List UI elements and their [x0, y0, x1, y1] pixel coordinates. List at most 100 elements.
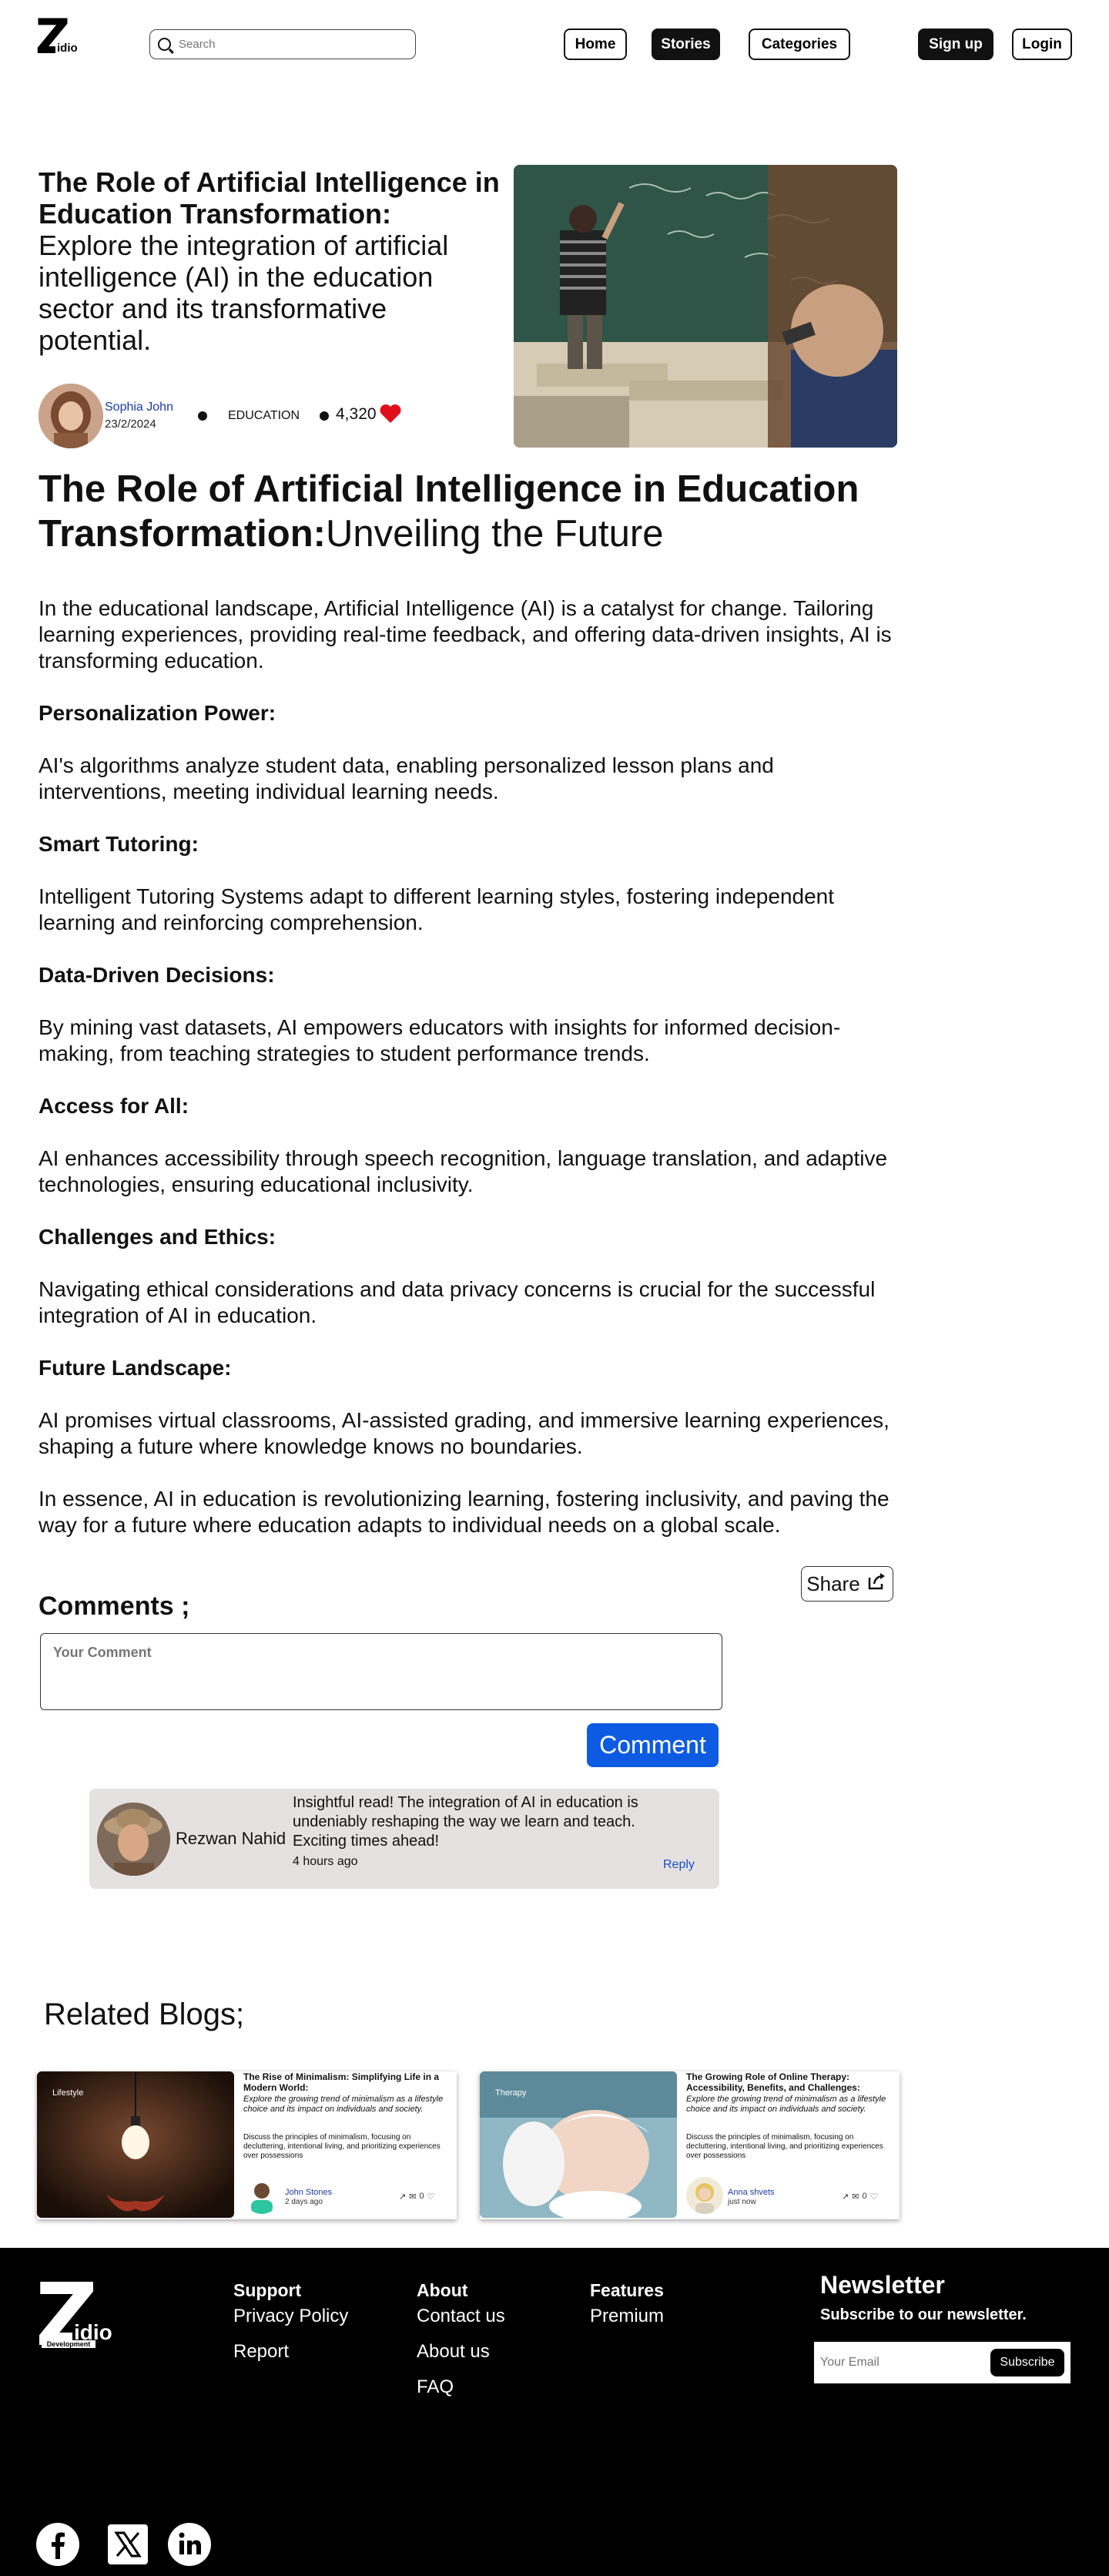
commenter-avatar[interactable]	[97, 1803, 170, 1876]
comment-text: Insightful read! The integration of AI i…	[293, 1794, 638, 1850]
related-blogs-title: Related Blogs;	[44, 1997, 245, 2031]
author-name[interactable]: Sophia John	[105, 401, 173, 414]
site-footer: Z idio Development Support Privacy Polic…	[0, 2248, 1109, 2576]
separator-dot	[198, 411, 207, 421]
blog-card-author[interactable]: Anna shvets	[728, 2188, 775, 2197]
site-logo[interactable]: Z idio	[35, 13, 79, 61]
search-bar[interactable]	[149, 29, 416, 59]
section-text: AI's algorithms analyze student data, en…	[39, 753, 774, 803]
footer-features-title: Features	[590, 2280, 664, 2300]
nav-home-button[interactable]: Home	[564, 29, 627, 60]
newsletter-subtitle: Subscribe to our newsletter.	[820, 2306, 1027, 2323]
footer-link-contact-us[interactable]: Contact us	[417, 2306, 505, 2327]
top-nav: Z idio Home Stories Categories Sign up L…	[0, 0, 1109, 89]
section-text: AI promises virtual classrooms, AI-assis…	[39, 1408, 890, 1458]
comment-time: 4 hours ago	[293, 1855, 358, 1868]
share-icon	[866, 1571, 888, 1597]
section-heading: Access for All:	[39, 1094, 189, 1118]
comment-input[interactable]	[53, 1645, 709, 1699]
blog-card-desc: Explore the growing trend of minimalism …	[686, 2095, 886, 2114]
section-text: AI enhances accessibility through speech…	[39, 1146, 888, 1196]
comment-count: 0	[862, 2192, 867, 2201]
section-text: Navigating ethical considerations and da…	[39, 1277, 876, 1327]
reply-link[interactable]: Reply	[663, 1858, 695, 1872]
section-text: Intelligent Tutoring Systems adapt to di…	[39, 884, 835, 934]
newsletter-email-input[interactable]	[820, 2356, 982, 2370]
blog-card-image[interactable]: Therapy	[480, 2071, 677, 2218]
blog-card-desc-detail: Discuss the principles of minimalism, fo…	[243, 2133, 441, 2160]
article-intro: In the educational landscape, Artificial…	[39, 596, 892, 673]
hero-title-bold: The Role of Artificial Intelligence in E…	[39, 166, 500, 230]
comment-icon[interactable]: ✉	[852, 2192, 859, 2202]
likes-count: 4,320	[336, 405, 377, 423]
hero-subtitle: Explore the integration of artificial in…	[39, 230, 449, 356]
comment-count: 0	[419, 2192, 424, 2201]
footer-logo[interactable]: Z idio Development	[35, 2272, 114, 2359]
footer-support-column: Support Privacy Policy Report	[233, 2280, 348, 2376]
article-conclusion: In essence, AI in education is revolutio…	[39, 1487, 890, 1537]
related-blog-card[interactable]: Therapy The Growing Role of Online Thera…	[480, 2071, 900, 2219]
section-heading: Future Landscape:	[39, 1356, 232, 1380]
nav-categories-button[interactable]: Categories	[749, 29, 850, 60]
footer-support-title: Support	[233, 2280, 302, 2300]
blog-card-author-avatar[interactable]	[243, 2177, 280, 2214]
newsletter-title: Newsletter	[820, 2271, 945, 2299]
subscribe-button[interactable]: Subscribe	[990, 2349, 1064, 2376]
article-title-rest: Unveiling the Future	[325, 513, 664, 555]
category-label[interactable]: EDUCATION	[228, 409, 300, 423]
section-heading: Personalization Power:	[39, 701, 276, 725]
hero-classroom-image	[514, 165, 897, 448]
section-text: By mining vast datasets, AI empowers edu…	[39, 1015, 841, 1065]
signup-button[interactable]: Sign up	[918, 29, 993, 60]
comments-title: Comments ;	[39, 1592, 190, 1621]
linkedin-icon[interactable]	[167, 2522, 212, 2567]
comment-submit-button[interactable]: Comment	[587, 1723, 719, 1767]
heart-icon[interactable]	[379, 404, 402, 428]
nav-stories-button[interactable]: Stories	[652, 29, 720, 60]
article-title: The Role of Artificial Intelligence in E…	[39, 467, 916, 556]
facebook-icon[interactable]	[35, 2522, 80, 2567]
blog-card-tag: Therapy	[495, 2088, 527, 2098]
blog-card-tag: Lifestyle	[52, 2088, 84, 2098]
author-avatar[interactable]	[39, 384, 103, 448]
blog-card-image[interactable]: Lifestyle	[37, 2071, 234, 2218]
footer-link-report[interactable]: Report	[233, 2341, 348, 2363]
related-blog-card[interactable]: Lifestyle The Rise of Minimalism: Simpli…	[37, 2071, 457, 2219]
search-input[interactable]	[179, 38, 394, 51]
comment-icon[interactable]: ✉	[409, 2192, 416, 2202]
x-icon[interactable]	[106, 2522, 150, 2567]
comment-item: Rezwan Nahid Insightful read! The integr…	[89, 1789, 719, 1889]
footer-link-privacy-policy[interactable]: Privacy Policy	[233, 2306, 348, 2327]
footer-link-about-us[interactable]: About us	[417, 2341, 505, 2363]
heart-outline-icon[interactable]: ♡	[427, 2192, 435, 2202]
article-body: In the educational landscape, Artificial…	[39, 595, 901, 1565]
share-icon[interactable]: ↗	[842, 2192, 849, 2202]
blog-card-title[interactable]: The Growing Role of Online Therapy: Acce…	[686, 2071, 894, 2093]
blog-card-desc: Explore the growing trend of minimalism …	[243, 2095, 444, 2114]
footer-link-premium[interactable]: Premium	[590, 2306, 664, 2327]
share-label: Share	[806, 1571, 860, 1595]
blog-card-actions: ↗ ✉ 0 ♡	[842, 2192, 877, 2202]
heart-outline-icon[interactable]: ♡	[870, 2192, 878, 2202]
blog-card-title[interactable]: The Rise of Minimalism: Simplifying Life…	[243, 2071, 451, 2093]
commenter-name[interactable]: Rezwan Nahid	[176, 1829, 286, 1849]
share-button[interactable]: Share	[801, 1566, 893, 1602]
footer-about-column: About Contact us About us FAQ	[417, 2280, 505, 2412]
section-heading: Smart Tutoring:	[39, 832, 199, 856]
section-heading: Data-Driven Decisions:	[39, 963, 275, 987]
blog-card-actions: ↗ ✉ 0 ♡	[399, 2192, 434, 2202]
blog-card-time: just now	[728, 2198, 756, 2206]
article-meta: Sophia John 23/2/2024 EDUCATION 4,320	[39, 384, 470, 450]
search-icon	[158, 38, 171, 51]
share-icon[interactable]: ↗	[399, 2192, 406, 2202]
blog-card-author[interactable]: John Stones	[285, 2188, 332, 2197]
footer-link-faq[interactable]: FAQ	[417, 2376, 505, 2398]
newsletter-form: Subscribe	[814, 2342, 1070, 2383]
blog-card-author-avatar[interactable]	[686, 2177, 723, 2214]
footer-about-title: About	[417, 2280, 468, 2300]
blog-card-desc-detail: Discuss the principles of minimalism, fo…	[686, 2133, 883, 2160]
login-button[interactable]: Login	[1012, 29, 1072, 60]
hero-title: The Role of Artificial Intelligence in E…	[39, 166, 501, 356]
separator-dot	[320, 411, 329, 421]
comment-box[interactable]	[40, 1633, 722, 1710]
